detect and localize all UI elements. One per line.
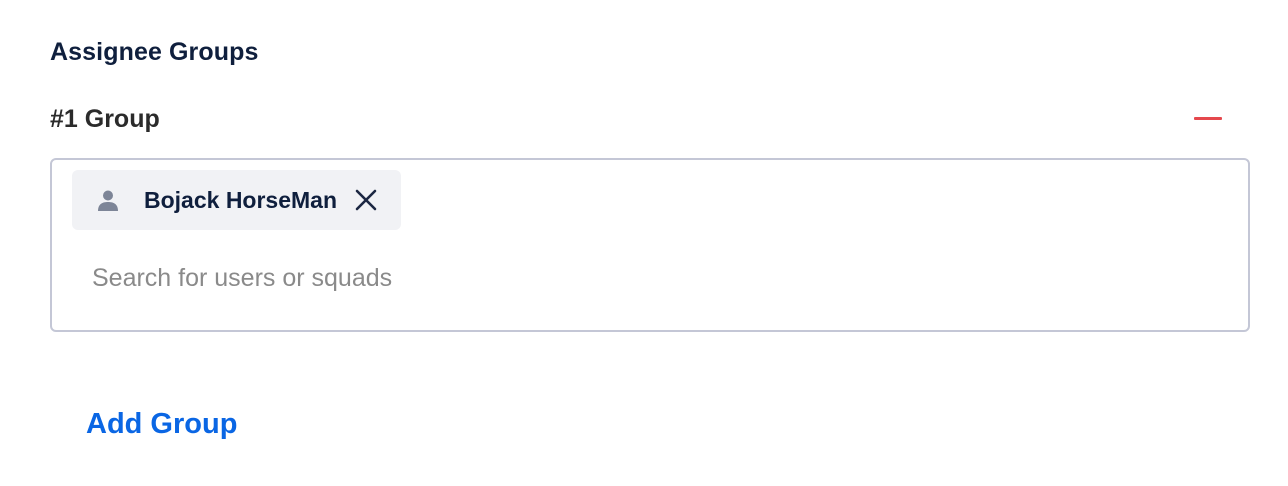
minus-icon xyxy=(1194,117,1222,120)
member-chip: Bojack HorseMan xyxy=(72,170,402,230)
user-icon xyxy=(96,188,120,212)
search-input[interactable] xyxy=(92,256,1192,300)
assignee-groups-panel: Assignee Groups #1 Group Bojack HorseMan… xyxy=(0,0,1288,486)
group-members-box[interactable]: Bojack HorseMan xyxy=(50,158,1250,332)
member-chip-label: Bojack HorseMan xyxy=(144,186,338,213)
section-title: Assignee Groups xyxy=(50,38,259,66)
close-icon[interactable] xyxy=(353,187,379,213)
remove-group-button[interactable] xyxy=(1192,105,1224,133)
group-title: #1 Group xyxy=(50,105,160,133)
group-header: #1 Group xyxy=(50,102,1224,136)
add-group-button[interactable]: Add Group xyxy=(86,404,237,444)
